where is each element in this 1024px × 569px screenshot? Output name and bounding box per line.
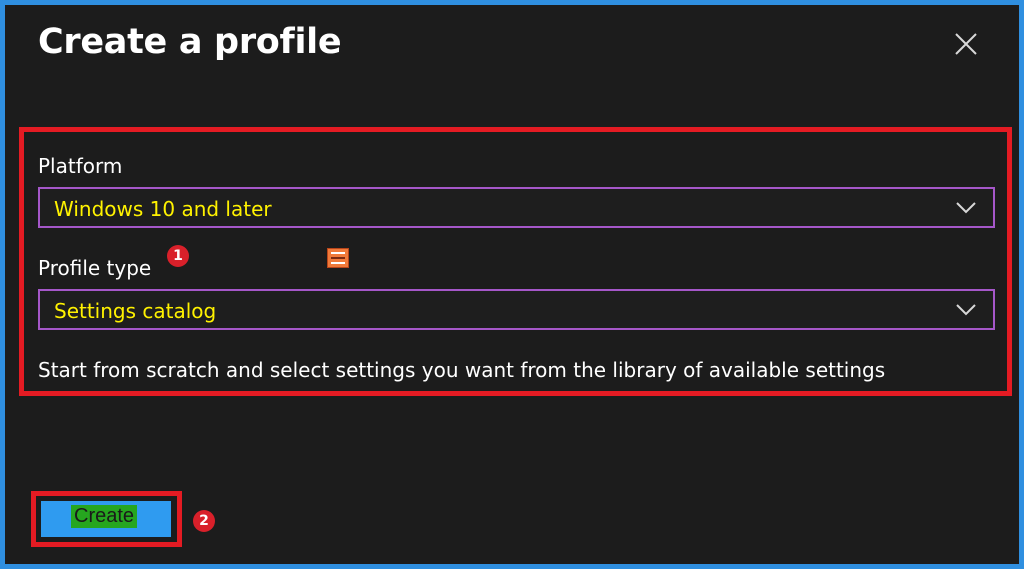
create-button-label: Create bbox=[71, 505, 138, 528]
step-marker-2: 2 bbox=[193, 510, 215, 532]
profile-type-label: Profile type bbox=[38, 256, 152, 280]
platform-label: Platform bbox=[38, 154, 123, 178]
profile-type-description: Start from scratch and select settings y… bbox=[38, 358, 886, 382]
platform-select-value: Windows 10 and later bbox=[54, 197, 272, 221]
platform-select[interactable]: Windows 10 and later bbox=[38, 187, 995, 228]
chevron-down-icon bbox=[955, 302, 977, 318]
close-icon bbox=[955, 33, 977, 55]
close-button[interactable] bbox=[952, 30, 980, 58]
step-marker-1: 1 bbox=[167, 245, 189, 267]
create-button[interactable]: Create bbox=[41, 501, 171, 537]
profile-type-select-value: Settings catalog bbox=[54, 299, 217, 323]
profile-type-select[interactable]: Settings catalog bbox=[38, 289, 995, 330]
chevron-down-icon bbox=[955, 200, 977, 216]
site-logo-icon bbox=[327, 248, 349, 268]
page-title: Create a profile bbox=[38, 22, 342, 62]
